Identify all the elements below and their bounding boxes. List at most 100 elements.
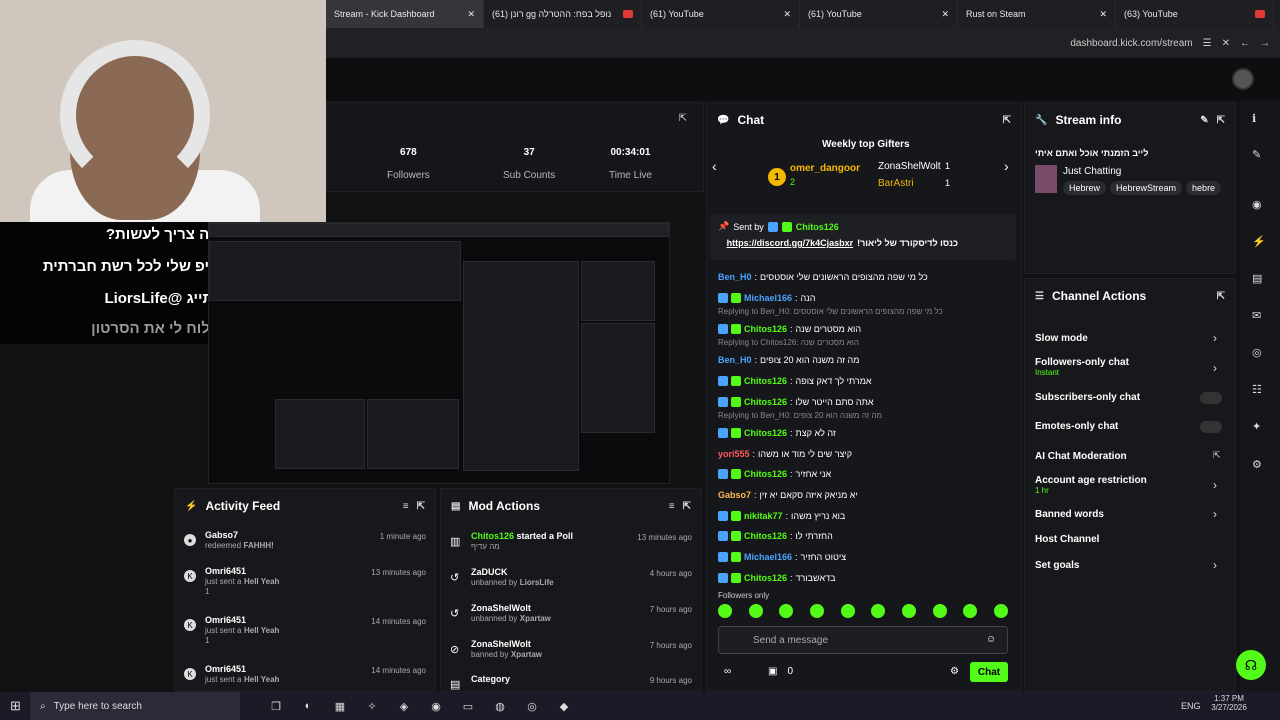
expand-icon[interactable]: ⇱ xyxy=(417,501,425,512)
edit-icon[interactable]: ✎ xyxy=(1200,115,1208,126)
chat-username[interactable]: Chitos126 xyxy=(744,376,787,386)
gifter-2[interactable]: ZonaShelWolt xyxy=(878,161,941,172)
mod-user[interactable]: Chitos126 xyxy=(471,531,514,541)
edit-icon[interactable]: ✎ xyxy=(1252,148,1261,161)
mod-user[interactable]: ZonaShelWolt xyxy=(471,603,531,613)
emote-icon[interactable] xyxy=(932,604,947,618)
expand-icon[interactable]: ⇱ xyxy=(679,113,687,124)
gifter-3[interactable]: BarAstri xyxy=(878,178,914,189)
document-icon[interactable]: ▤ xyxy=(1252,272,1262,285)
forward-icon[interactable]: → xyxy=(1260,38,1270,49)
chat-username[interactable]: Chitos126 xyxy=(744,573,787,583)
host-channel-item[interactable]: Host Channel xyxy=(1035,534,1099,545)
app-icon[interactable]: ◆ xyxy=(554,700,574,713)
external-link-icon[interactable]: ⇱ xyxy=(1213,450,1221,461)
tab-youtube-1[interactable]: (61) רונן gg נופל בפח: ההטרלה xyxy=(484,0,642,28)
account-age-item[interactable]: Account age restriction 1 hr xyxy=(1035,475,1147,495)
emote-icon[interactable] xyxy=(993,604,1008,618)
address-bar[interactable]: dashboard.kick.com/stream ☰ ✕ ← → xyxy=(326,28,1280,58)
store-icon[interactable]: ▦ xyxy=(330,700,350,713)
slow-mode-item[interactable]: Slow mode xyxy=(1035,333,1088,344)
mod-user[interactable]: ZaDUCK xyxy=(471,567,508,577)
chat-username[interactable]: Ben_H0 xyxy=(718,355,752,365)
discord-link[interactable]: https://discord.gg/7k4Cjasbxr xyxy=(727,238,854,248)
support-headset-icon[interactable]: ☊ xyxy=(1236,650,1266,680)
taskbar-search[interactable]: ⌕ Type here to search xyxy=(30,692,240,720)
app-icon[interactable]: ◈ xyxy=(394,700,414,713)
tag[interactable]: hebre xyxy=(1186,181,1222,195)
emote-icon[interactable] xyxy=(840,604,855,618)
tab-youtube-2[interactable]: (61) YouTube ✕ xyxy=(642,0,800,28)
close-icon[interactable]: ✕ xyxy=(467,9,475,20)
emotes-only-toggle[interactable] xyxy=(1200,421,1222,433)
chat-username[interactable]: Chitos126 xyxy=(744,531,787,541)
infinity-icon[interactable]: ∞ xyxy=(724,666,731,677)
activity-user[interactable]: Omri6451 xyxy=(205,566,246,576)
activity-user[interactable]: Gabso7 xyxy=(205,530,238,540)
chat-username[interactable]: Chitos126 xyxy=(744,428,787,438)
next-gifters-icon[interactable]: › xyxy=(1004,158,1009,174)
chrome-icon[interactable]: ◉ xyxy=(426,700,446,713)
filter-icon[interactable]: ≡ xyxy=(403,501,409,512)
camera-icon[interactable]: ◉ xyxy=(1252,198,1262,211)
task-view-icon[interactable]: ❐ xyxy=(266,700,286,713)
tag[interactable]: Hebrew xyxy=(1063,181,1107,195)
app-icon[interactable]: ✧ xyxy=(362,700,382,713)
emote-icon[interactable] xyxy=(809,604,824,618)
emote-icon[interactable] xyxy=(718,604,732,618)
close-icon[interactable]: ✕ xyxy=(1222,38,1230,49)
chat-username[interactable]: Michael166 xyxy=(744,293,792,303)
wrench-icon[interactable]: ✦ xyxy=(1252,420,1261,433)
emoji-icon[interactable]: ☺ xyxy=(986,634,996,645)
broadcast-icon[interactable]: ◎ xyxy=(1252,346,1262,359)
expand-icon[interactable]: ⇱ xyxy=(1217,115,1225,126)
chat-username[interactable]: nikitak77 xyxy=(744,511,783,521)
settings-icon[interactable]: ⚙ xyxy=(950,666,959,677)
chevron-right-icon[interactable]: › xyxy=(1213,331,1217,345)
lightning-icon[interactable]: ⚡ xyxy=(1252,235,1266,248)
chevron-right-icon[interactable]: › xyxy=(1213,361,1217,375)
chat-username[interactable]: Gabso7 xyxy=(718,490,751,500)
chevron-right-icon[interactable]: › xyxy=(1213,478,1217,492)
tab-kick-dashboard[interactable]: Stream - Kick Dashboard ✕ xyxy=(326,0,484,28)
info-icon[interactable]: ℹ xyxy=(1252,112,1256,125)
emote-icon[interactable] xyxy=(963,604,978,618)
chat-username[interactable]: yori555 xyxy=(718,449,750,459)
windows-start-icon[interactable]: ⊞ xyxy=(10,698,21,714)
discord-icon[interactable]: ◍ xyxy=(490,700,510,713)
activity-user[interactable]: Omri6451 xyxy=(205,664,246,674)
close-icon[interactable]: ✕ xyxy=(1099,9,1107,20)
close-icon[interactable]: ✕ xyxy=(941,9,949,20)
activity-user[interactable]: Omri6451 xyxy=(205,615,246,625)
emote-icon[interactable] xyxy=(748,604,763,618)
chat-icon[interactable]: ✉ xyxy=(1252,309,1261,322)
chevron-right-icon[interactable]: › xyxy=(1213,558,1217,572)
filter-icon[interactable]: ≡ xyxy=(669,501,675,512)
gift-icon[interactable]: ▣ xyxy=(768,666,777,677)
tab-rust-steam[interactable]: Rust on Steam ✕ xyxy=(958,0,1116,28)
mod-user[interactable]: ZonaShelWolt xyxy=(471,639,531,649)
close-icon[interactable]: ✕ xyxy=(783,9,791,20)
emote-icon[interactable] xyxy=(901,604,916,618)
expand-icon[interactable]: ⇱ xyxy=(683,501,691,512)
prev-gifters-icon[interactable]: ‹ xyxy=(712,158,717,174)
chevron-right-icon[interactable]: › xyxy=(1213,507,1217,521)
language-indicator[interactable]: ENG xyxy=(1181,701,1201,711)
expand-icon[interactable]: ⇱ xyxy=(1003,115,1011,126)
ai-moderation-item[interactable]: AI Chat Moderation xyxy=(1035,451,1127,462)
expand-icon[interactable]: ⇱ xyxy=(1217,291,1225,302)
clock[interactable]: 1:37 PM 3/27/2026 xyxy=(1206,694,1252,712)
emote-icon[interactable] xyxy=(779,604,794,618)
avatar[interactable] xyxy=(1232,68,1254,90)
tab-youtube-3[interactable]: (61) YouTube ✕ xyxy=(800,0,958,28)
mod-user[interactable]: Category xyxy=(471,674,510,684)
folder-icon[interactable]: ▭ xyxy=(458,700,478,713)
chat-username[interactable]: Chitos126 xyxy=(744,324,787,334)
followers-only-item[interactable]: Followers-only chat Instant xyxy=(1035,357,1129,377)
tag[interactable]: HebrewStream xyxy=(1110,181,1183,195)
gear-icon[interactable]: ⚙ xyxy=(1252,458,1262,471)
server-icon[interactable]: ☷ xyxy=(1252,383,1262,396)
edge-icon[interactable]: ◐ xyxy=(298,700,318,713)
chat-username[interactable]: Chitos126 xyxy=(744,469,787,479)
gifter-1[interactable]: omer_dangoor xyxy=(790,163,860,174)
